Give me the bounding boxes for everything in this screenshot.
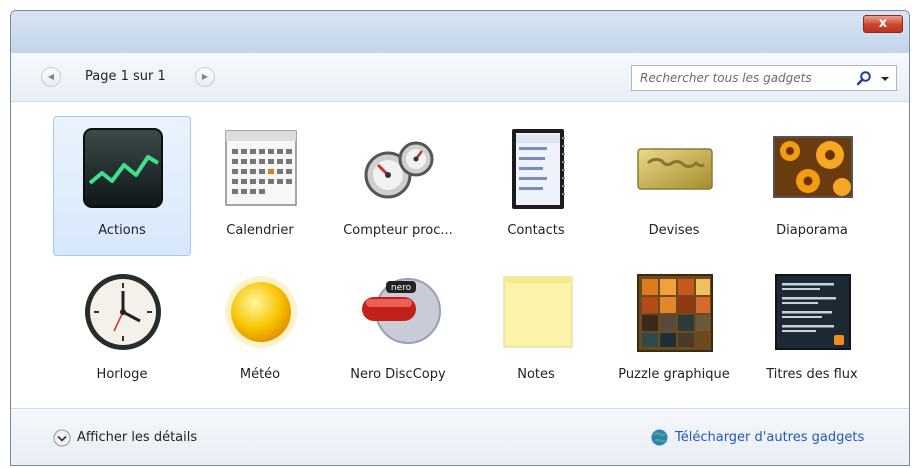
gadget-titres-des-flux[interactable]: Titres des flux	[743, 260, 881, 400]
show-details-link[interactable]: Afficher les détails	[77, 430, 197, 445]
gadget-notes[interactable]: Notes	[467, 260, 605, 400]
gadget-label: Actions	[98, 223, 146, 238]
picture-puzzle-icon	[637, 274, 713, 352]
search-placeholder: Rechercher tous les gadgets	[640, 71, 812, 85]
gadget-label: Calendrier	[226, 223, 294, 238]
gadget-calendrier[interactable]: Calendrier	[191, 116, 329, 256]
gadget-compteur-proc[interactable]: Compteur proc...	[329, 116, 467, 256]
gadget-nero-disccopy[interactable]: nero Nero DiscCopy	[329, 260, 467, 400]
gadget-label: Compteur proc...	[343, 223, 453, 238]
toolbar: ◀ Page 1 sur 1 ▶ Rechercher tous les gad…	[11, 53, 909, 102]
gadget-label: Nero DiscCopy	[350, 367, 446, 382]
slideshow-icon	[773, 136, 853, 198]
gadget-label: Diaporama	[776, 223, 848, 238]
chevron-right-icon: ▶	[201, 72, 209, 81]
contacts-icon	[512, 129, 565, 209]
gadget-puzzle-graphique[interactable]: Puzzle graphique	[605, 260, 743, 400]
clock-icon	[85, 274, 161, 350]
svg-text:nero: nero	[391, 283, 412, 293]
stock-chart-icon	[83, 128, 163, 208]
gadget-actions[interactable]: Actions	[53, 116, 191, 256]
nero-disc-icon: nero	[362, 278, 441, 344]
sticky-note-icon	[503, 276, 573, 348]
gadget-gallery-window: x ◀ Page 1 sur 1 ▶ Rechercher tous les g…	[10, 10, 910, 466]
calendar-icon	[225, 130, 297, 206]
gadget-label: Titres des flux	[766, 367, 858, 382]
gadget-horloge[interactable]: Horloge	[53, 260, 191, 400]
currency-icon	[637, 148, 713, 190]
footer-bar: Afficher les détails Télécharger d'autre…	[11, 408, 909, 465]
gadget-label: Puzzle graphique	[618, 367, 730, 382]
next-page-button[interactable]: ▶	[195, 67, 215, 87]
previous-page-button[interactable]: ◀	[41, 67, 61, 87]
close-button[interactable]: x	[863, 15, 903, 33]
expand-details-icon[interactable]	[53, 429, 71, 447]
close-icon: x	[878, 16, 888, 31]
feed-headlines-icon	[775, 274, 851, 350]
search-icon[interactable]	[856, 70, 872, 86]
chevron-left-icon: ◀	[47, 72, 55, 81]
gadget-label: Météo	[239, 367, 281, 382]
weather-sun-icon	[225, 276, 297, 348]
chevron-down-icon[interactable]	[878, 70, 892, 86]
gadget-label: Devises	[648, 223, 700, 238]
page-indicator: Page 1 sur 1	[85, 69, 166, 84]
search-input[interactable]: Rechercher tous les gadgets	[631, 65, 897, 91]
gadget-label: Horloge	[96, 367, 148, 382]
gadget-contacts[interactable]: Contacts	[467, 116, 605, 256]
cpu-meter-icon	[364, 141, 434, 199]
globe-icon	[651, 429, 668, 446]
title-bar: x	[11, 11, 909, 54]
gadget-meteo[interactable]: Météo	[191, 260, 329, 400]
gadget-devises[interactable]: Devises	[605, 116, 743, 256]
gadget-label: Notes	[517, 367, 555, 382]
gadget-diaporama[interactable]: Diaporama	[743, 116, 881, 256]
gadget-grid: Actions Calendrier Compteur proc... Cont…	[11, 102, 909, 408]
gadget-label: Contacts	[507, 223, 565, 238]
download-more-gadgets-link[interactable]: Télécharger d'autres gadgets	[675, 430, 864, 445]
